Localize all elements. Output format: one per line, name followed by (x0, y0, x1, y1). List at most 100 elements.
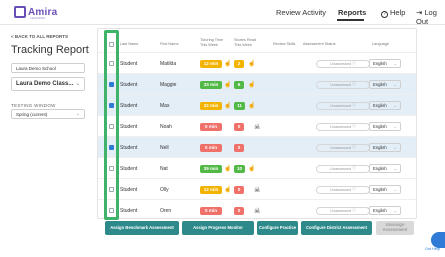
language-cell[interactable]: English ⌄ (369, 74, 401, 95)
class-select-value: Laura Demo Class... (16, 81, 74, 87)
tutoring-time-badge: 22 min (200, 101, 222, 110)
row-checkbox[interactable] (109, 145, 114, 150)
spider-icon: ☠ (254, 123, 261, 131)
row-checkbox-cell[interactable] (109, 95, 114, 116)
hand-pointer-icon[interactable]: ☝ (224, 74, 231, 95)
language-cell[interactable]: English ⌄ (369, 179, 401, 200)
active-tab-indicator (337, 19, 364, 21)
assessment-status-badge: Unassessed ⓘ (316, 143, 370, 152)
top-bar: Amira LEARNING Review Activity Reports ?… (0, 0, 445, 26)
tutoring-time-cell: 12 min (200, 179, 222, 200)
row-checkbox[interactable] (109, 166, 114, 171)
table-row[interactable]: Student Olly 12 min ☝ 0 ☠ Unassessed ⓘ English ⌄ (97, 178, 417, 199)
row-checkbox[interactable] (109, 61, 114, 66)
nav-logout[interactable]: ⇥ Log Out (416, 8, 445, 26)
table-row[interactable]: Student Nat 39 min ☝ 10 ☝ Unassessed ⓘ English ⌄ (97, 157, 417, 178)
row-checkbox[interactable] (109, 82, 114, 87)
language-select[interactable]: English ⌄ (369, 143, 401, 152)
hand-pointer-icon[interactable]: ☝ (224, 95, 231, 116)
logo-subtext: LEARNING (30, 16, 46, 20)
hand-pointer-icon[interactable]: ☝ (224, 179, 231, 200)
table-row[interactable]: Student Matilda 12 min ☝ 2 ☝ Unassessed ⓘ Engli… (97, 52, 417, 73)
school-select[interactable]: Laura Demo School (11, 63, 85, 73)
row-checkbox-cell[interactable] (109, 179, 114, 200)
tutoring-time-cell: 22 min (200, 95, 222, 116)
hand-pointer-icon[interactable]: ☝ (248, 158, 255, 179)
language-cell[interactable]: English ⌄ (369, 53, 401, 74)
row-checkbox[interactable] (109, 208, 114, 213)
last-name-cell: Student (120, 102, 138, 109)
stories-read-cell: 0 (234, 179, 244, 200)
stories-read-cell: 2 (234, 53, 244, 74)
chevron-down-icon: ⌄ (393, 61, 397, 66)
configure-district-assessment-button[interactable]: Configure District Assessment (301, 221, 372, 235)
chevron-down-icon: ⌄ (393, 208, 397, 213)
last-name-cell: Student (120, 144, 138, 151)
assessment-status-cell: Unassessed ⓘ (316, 137, 370, 158)
header-stories-read[interactable]: Stories Read This Week (234, 38, 256, 47)
header-first-name[interactable]: First Name (160, 42, 179, 47)
language-cell[interactable]: English ⌄ (369, 158, 401, 179)
back-to-reports-link[interactable]: < BACK TO ALL REPORTS (11, 34, 68, 39)
configure-practice-button[interactable]: Configure Practice (257, 221, 298, 235)
language-cell[interactable]: English ⌄ (369, 95, 401, 116)
get-help-label[interactable]: Get Help (425, 247, 440, 251)
assessment-status-text: Unassessed (330, 124, 352, 129)
first-name-cell: Oren (160, 207, 172, 214)
row-checkbox-cell[interactable] (109, 53, 114, 74)
row-checkbox-cell[interactable] (109, 137, 114, 158)
table-row[interactable]: Student Nell 0 min 0 Unassessed ⓘ English ⌄ (97, 136, 417, 157)
header-review-skills: Review Skills (273, 42, 296, 46)
row-checkbox[interactable] (109, 124, 114, 129)
language-select[interactable]: English ⌄ (369, 185, 401, 194)
nav-reports[interactable]: Reports (338, 8, 366, 17)
stories-read-badge: 10 (234, 164, 245, 173)
select-all-cell[interactable] (109, 37, 114, 51)
testing-window-select[interactable]: Spring (current) ⌄ (11, 109, 85, 119)
tutoring-time-cell: 0 min (200, 200, 222, 219)
first-name-cell: Olly (160, 186, 169, 193)
row-checkbox[interactable] (109, 103, 114, 108)
assign-benchmark-button[interactable]: Assign Benchmark Assessment (105, 221, 179, 235)
tutoring-time-cell: 12 min (200, 53, 222, 74)
nav-review-activity[interactable]: Review Activity (276, 8, 326, 17)
language-select-value: English (373, 187, 387, 192)
language-cell[interactable]: English ⌄ (369, 200, 401, 219)
assessment-status-cell: Unassessed ⓘ (316, 158, 370, 179)
assessment-status-text: Unassessed (330, 61, 352, 66)
assign-progress-monitor-button[interactable]: Assign Progress Monitor (182, 221, 254, 235)
stories-read-badge: 0 (234, 122, 244, 131)
select-all-checkbox[interactable] (109, 41, 114, 47)
assessment-status-cell: Unassessed ⓘ (316, 116, 370, 137)
table-row[interactable]: Student Oren 0 min 0 ☠ Unassessed ⓘ English ⌄ (97, 199, 417, 219)
language-select[interactable]: English ⌄ (369, 164, 401, 173)
language-select[interactable]: English ⌄ (369, 80, 401, 89)
row-checkbox[interactable] (109, 187, 114, 192)
row-checkbox-cell[interactable] (109, 200, 114, 219)
table-row[interactable]: Student Noah 0 min 0 ☠ Unassessed ⓘ English ⌄ (97, 115, 417, 136)
spider-icon: ☠ (254, 207, 261, 215)
row-checkbox-cell[interactable] (109, 158, 114, 179)
language-cell[interactable]: English ⌄ (369, 116, 401, 137)
header-last-name[interactable]: Last Name (120, 42, 138, 47)
nav-help[interactable]: ? Help (381, 8, 405, 18)
language-cell[interactable]: English ⌄ (369, 137, 401, 158)
language-select[interactable]: English ⌄ (369, 101, 401, 110)
table-row[interactable]: Student Maggie 33 min ☝ 6 ☝ Unassessed ⓘ Englis… (97, 73, 417, 94)
hand-pointer-icon[interactable]: ☝ (224, 53, 231, 74)
language-select[interactable]: English ⌄ (369, 206, 401, 215)
chevron-down-icon: ⌄ (393, 103, 397, 108)
language-select[interactable]: English ⌄ (369, 59, 401, 68)
hand-pointer-icon[interactable]: ☝ (224, 158, 231, 179)
table-row[interactable]: Student Max 22 min ☝ 11 ☝ Unassessed ⓘ English ⌄ (97, 94, 417, 115)
assessment-status-text: Unassessed (330, 208, 352, 213)
class-select[interactable]: Laura Demo Class... ⌄ (11, 77, 85, 91)
hand-pointer-icon[interactable]: ☝ (248, 53, 255, 74)
header-tutoring-time[interactable]: Tutoring Time This Week (200, 38, 226, 47)
hand-pointer-icon[interactable]: ☝ (248, 74, 255, 95)
language-select[interactable]: English ⌄ (369, 122, 401, 131)
row-checkbox-cell[interactable] (109, 116, 114, 137)
hand-pointer-icon[interactable]: ☝ (248, 95, 255, 116)
chat-help-button[interactable] (431, 232, 445, 248)
row-checkbox-cell[interactable] (109, 74, 114, 95)
